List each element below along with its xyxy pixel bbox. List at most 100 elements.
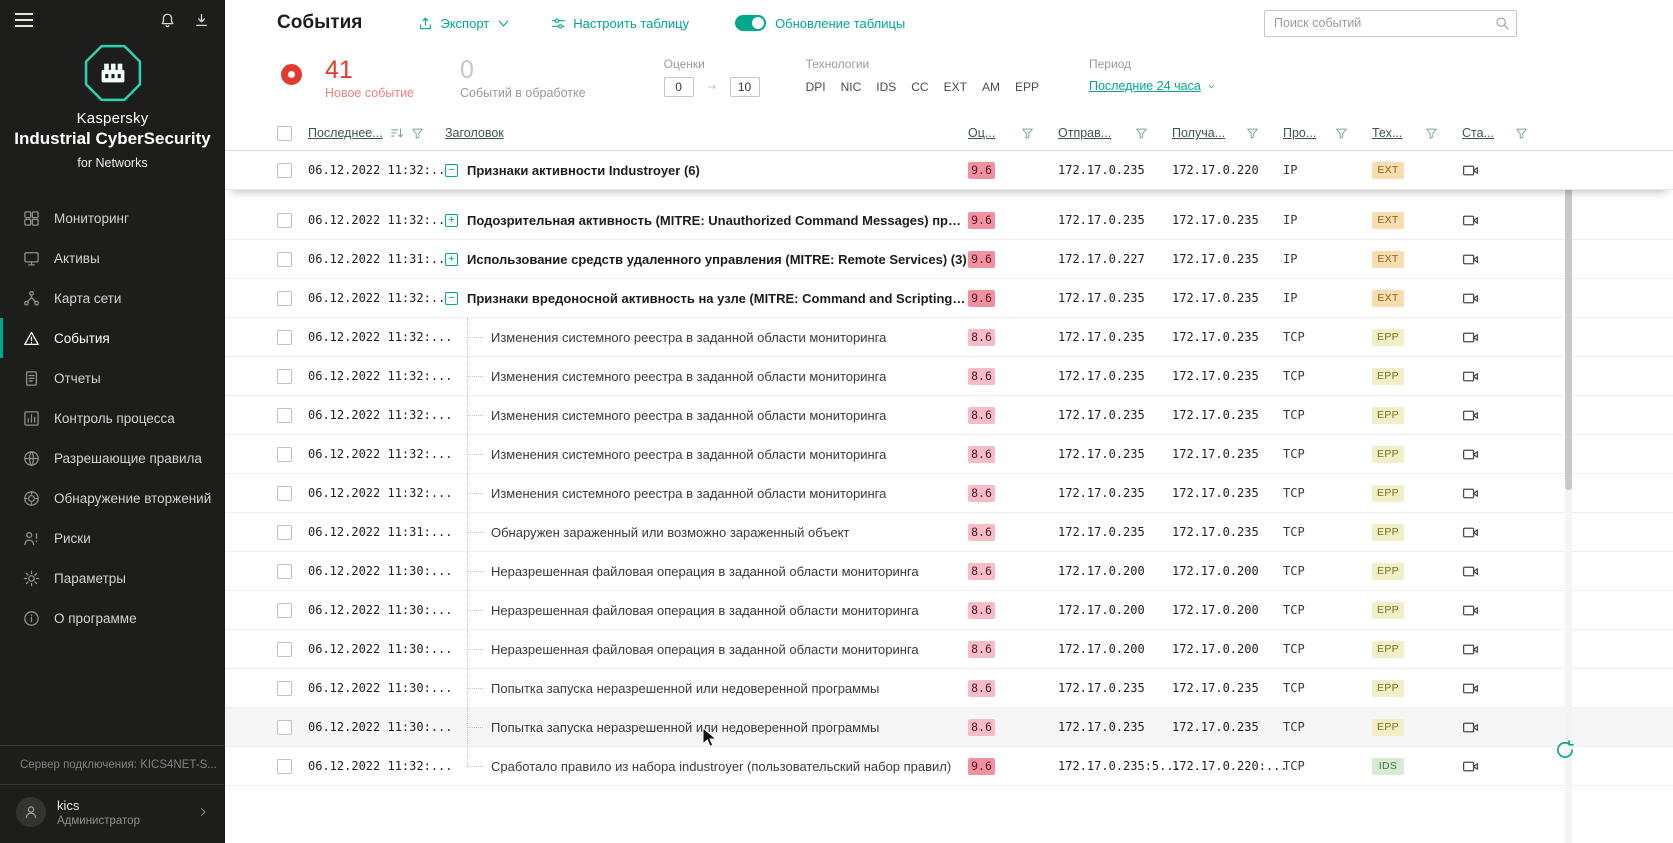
chevron-right-icon[interactable] — [197, 806, 209, 818]
table-row[interactable]: 06.12.2022 11:30:... Неразрешенная файло… — [225, 591, 1673, 630]
period-dropdown[interactable]: Последние 24 часа — [1089, 79, 1216, 93]
tech-filter-ext[interactable]: EXT — [944, 80, 967, 94]
row-checkbox[interactable] — [277, 719, 292, 735]
event-title[interactable]: Признаки активности Industroyer (6) — [467, 163, 700, 178]
row-checkbox[interactable] — [277, 290, 292, 306]
column-header-label[interactable]: Заголовок — [445, 126, 504, 140]
event-status-camera-icon[interactable] — [1462, 329, 1479, 346]
row-checkbox[interactable] — [277, 446, 292, 462]
tech-filter-nic[interactable]: NIC — [841, 80, 862, 94]
sidebar-item-events[interactable]: События — [0, 318, 225, 358]
sidebar-item-allow-rules[interactable]: Разрешающие правила — [0, 438, 225, 478]
table-row[interactable]: 06.12.2022 11:32:... Изменения системног… — [225, 474, 1673, 513]
event-title[interactable]: Изменения системного реестра в заданной … — [491, 369, 886, 384]
event-status-camera-icon[interactable] — [1462, 290, 1479, 307]
tech-filter-am[interactable]: AM — [982, 80, 1000, 94]
sidebar-item-process-control[interactable]: Контроль процесса — [0, 398, 225, 438]
select-all-checkbox[interactable] — [277, 125, 292, 141]
event-status-camera-icon[interactable] — [1462, 212, 1479, 229]
event-status-camera-icon[interactable] — [1462, 602, 1479, 619]
event-title[interactable]: Изменения системного реестра в заданной … — [491, 486, 886, 501]
event-status-camera-icon[interactable] — [1462, 407, 1479, 424]
filter-funnel-icon[interactable] — [1425, 127, 1438, 140]
table-row[interactable]: 06.12.2022 11:30:... Неразрешенная файло… — [225, 552, 1673, 591]
sidebar-item-risks[interactable]: Риски — [0, 518, 225, 558]
row-checkbox[interactable] — [277, 329, 292, 345]
tech-filter-cc[interactable]: CC — [911, 80, 928, 94]
event-title[interactable]: Изменения системного реестра в заданной … — [491, 447, 886, 462]
table-row[interactable]: 06.12.2022 11:32:... − Признаки активнос… — [225, 151, 1673, 190]
toggle-switch[interactable] — [735, 15, 767, 31]
score-max-input[interactable] — [729, 77, 760, 97]
hamburger-menu-icon[interactable] — [15, 13, 33, 27]
table-row[interactable]: 06.12.2022 11:32:... Изменения системног… — [225, 396, 1673, 435]
table-row[interactable]: 06.12.2022 11:31:... Обнаружен зараженны… — [225, 513, 1673, 552]
event-title[interactable]: Изменения системного реестра в заданной … — [491, 330, 886, 345]
table-row[interactable]: 06.12.2022 11:32:... − Признаки вредонос… — [225, 279, 1673, 318]
event-title[interactable]: Неразрешенная файловая операция в заданн… — [491, 603, 919, 618]
filter-funnel-icon[interactable] — [411, 127, 424, 140]
column-header-label[interactable]: Тех... — [1372, 126, 1402, 140]
row-checkbox[interactable] — [277, 407, 292, 423]
event-status-camera-icon[interactable] — [1462, 162, 1479, 179]
sidebar-item-assets[interactable]: Активы — [0, 238, 225, 278]
filter-funnel-icon[interactable] — [1515, 127, 1528, 140]
column-header-label[interactable]: Ста... — [1462, 126, 1494, 140]
search-icon[interactable] — [1495, 16, 1510, 31]
event-title[interactable]: Попытка запуска неразрешенной или недове… — [491, 681, 879, 696]
event-status-camera-icon[interactable] — [1462, 680, 1479, 697]
table-row[interactable]: 06.12.2022 11:32:... Изменения системног… — [225, 357, 1673, 396]
row-checkbox[interactable] — [277, 251, 292, 267]
expand-toggle[interactable]: − — [445, 163, 458, 177]
event-status-camera-icon[interactable] — [1462, 368, 1479, 385]
event-title[interactable]: Сработало правило из набора industroyer … — [491, 759, 951, 774]
tech-filter-dpi[interactable]: DPI — [806, 80, 826, 94]
row-checkbox[interactable] — [277, 641, 292, 657]
sidebar-item-reports[interactable]: Отчеты — [0, 358, 225, 398]
row-checkbox[interactable] — [277, 368, 292, 384]
processing-events-stat[interactable]: 0 Событий в обработке — [460, 57, 586, 101]
sidebar-item-intrusion-detection[interactable]: Обнаружение вторжений — [0, 478, 225, 518]
expand-toggle[interactable]: + — [445, 252, 458, 266]
table-row[interactable]: 06.12.2022 11:32:... Сработало правило и… — [225, 747, 1673, 786]
event-title[interactable]: Обнаружен зараженный или возможно зараже… — [491, 525, 849, 540]
table-refresh-toggle[interactable]: Обновление таблицы — [735, 15, 905, 31]
refresh-corner-icon[interactable] — [1554, 739, 1576, 761]
export-button[interactable]: Экспорт — [418, 16, 511, 31]
search-input[interactable] — [1264, 9, 1517, 37]
filter-funnel-icon[interactable] — [1246, 127, 1259, 140]
notifications-bell-icon[interactable] — [159, 12, 176, 29]
column-header-label[interactable]: Оц... — [968, 126, 995, 140]
expand-toggle[interactable]: + — [445, 213, 458, 227]
event-title[interactable]: Использование средств удаленного управле… — [467, 252, 967, 267]
table-row[interactable]: 06.12.2022 11:32:... Изменения системног… — [225, 318, 1673, 357]
event-title[interactable]: Неразрешенная файловая операция в заданн… — [491, 564, 919, 579]
row-checkbox[interactable] — [277, 680, 292, 696]
row-checkbox[interactable] — [277, 212, 292, 228]
event-status-camera-icon[interactable] — [1462, 758, 1479, 775]
row-checkbox[interactable] — [277, 524, 292, 540]
column-header-label[interactable]: Про... — [1283, 126, 1316, 140]
table-row[interactable]: 06.12.2022 11:31:... + Использование сре… — [225, 240, 1673, 279]
table-row[interactable]: 06.12.2022 11:30:... Неразрешенная файло… — [225, 630, 1673, 669]
table-row[interactable]: 06.12.2022 11:32:... + Подозрительная ак… — [225, 201, 1673, 240]
column-header-label[interactable]: Получа... — [1172, 126, 1225, 140]
scrollbar-thumb[interactable] — [1565, 160, 1572, 490]
event-title[interactable]: Подозрительная активность (MITRE: Unauth… — [467, 213, 968, 228]
table-row[interactable]: 06.12.2022 11:32:... Изменения системног… — [225, 435, 1673, 474]
sidebar-item-network-map[interactable]: Карта сети — [0, 278, 225, 318]
user-account-row[interactable]: kics Администратор — [0, 784, 225, 843]
table-row[interactable]: 06.12.2022 11:30:... Попытка запуска нер… — [225, 708, 1673, 747]
event-title[interactable]: Признаки вредоносной активность на узле … — [467, 291, 968, 306]
sidebar-item-about[interactable]: О программе — [0, 598, 225, 638]
table-row[interactable]: 06.12.2022 11:30:... Попытка запуска нер… — [225, 669, 1673, 708]
filter-funnel-icon[interactable] — [1135, 127, 1148, 140]
configure-table-button[interactable]: Настроить таблицу — [551, 16, 689, 31]
row-checkbox[interactable] — [277, 485, 292, 501]
row-checkbox[interactable] — [277, 563, 292, 579]
event-title[interactable]: Попытка запуска неразрешенной или недове… — [491, 720, 879, 735]
event-status-camera-icon[interactable] — [1462, 485, 1479, 502]
filter-funnel-icon[interactable] — [1335, 127, 1348, 140]
event-title[interactable]: Изменения системного реестра в заданной … — [491, 408, 886, 423]
event-status-camera-icon[interactable] — [1462, 446, 1479, 463]
